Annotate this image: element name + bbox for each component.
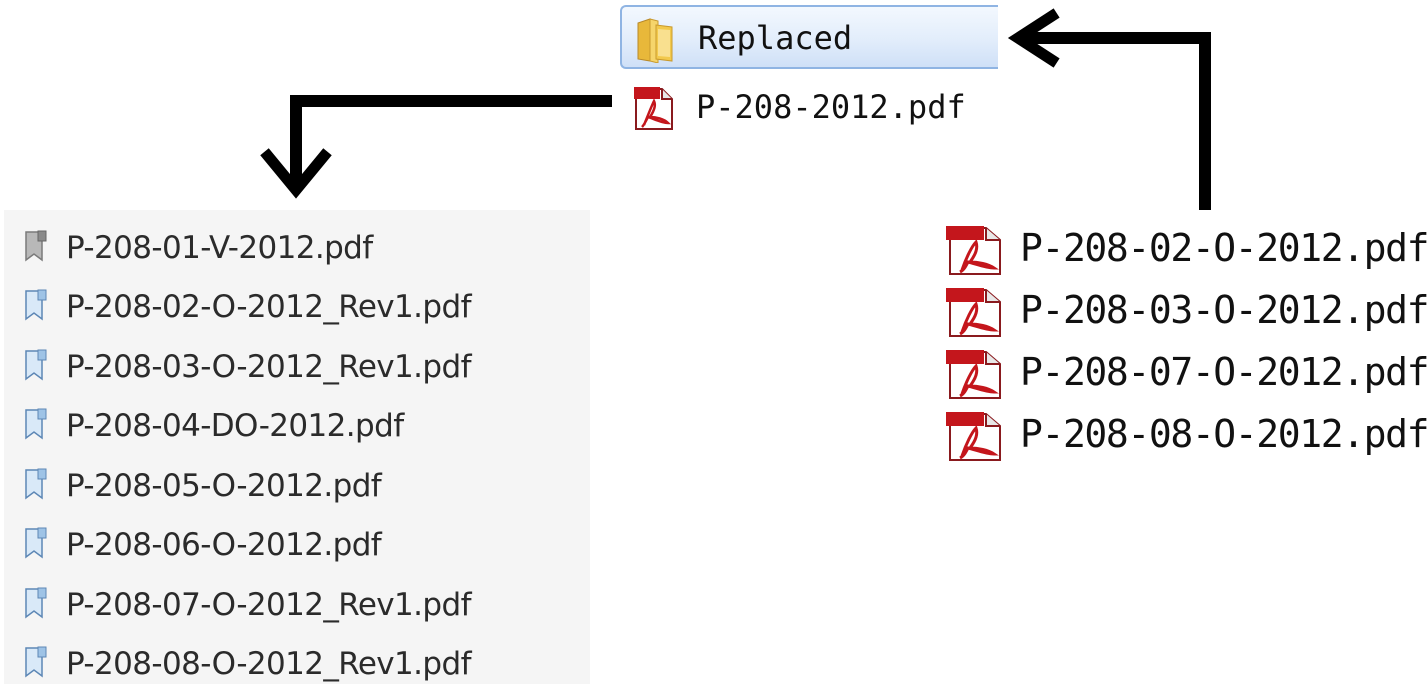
screenshot-stage: Replaced P-208-2012.pdf P-208-01-V-2012.…: [0, 0, 1427, 684]
arrow-head-left: [1007, 8, 1060, 68]
pdf-icon: [944, 410, 1010, 466]
file-name: P-208-2012.pdf: [696, 88, 966, 126]
bookmark-blue-icon: [25, 587, 47, 619]
file-name: P-208-03-O-2012.pdf: [1020, 288, 1427, 332]
replaced-folder-row[interactable]: Replaced: [620, 5, 998, 69]
file-name: P-208-02-O-2012_Rev1.pdf: [66, 289, 472, 325]
left-file-list: P-208-01-V-2012.pdf P-208-02-O-2012_Rev1…: [4, 210, 590, 684]
list-item[interactable]: P-208-04-DO-2012.pdf: [4, 398, 590, 456]
pdf-icon: [632, 85, 676, 135]
list-item[interactable]: P-208-01-V-2012.pdf: [4, 220, 590, 278]
list-item[interactable]: P-208-03-O-2012.pdf: [944, 280, 1427, 342]
file-name: P-208-03-O-2012_Rev1.pdf: [66, 349, 472, 385]
list-item[interactable]: P-208-08-O-2012.pdf: [944, 404, 1427, 466]
file-name: P-208-04-DO-2012.pdf: [66, 408, 404, 444]
pdf-icon: [944, 348, 1010, 404]
arrow-to-folder: [1020, 32, 1211, 210]
pdf-icon: [944, 224, 1010, 280]
pdf-icon: [944, 286, 1010, 342]
list-item[interactable]: P-208-02-O-2012.pdf: [944, 218, 1427, 280]
bookmark-blue-icon: [25, 289, 47, 321]
folder-icon: [637, 18, 673, 63]
file-name: P-208-06-O-2012.pdf: [66, 527, 382, 563]
file-name: P-208-05-O-2012.pdf: [66, 468, 382, 504]
bookmark-blue-icon: [25, 408, 47, 440]
arrow-to-left-list: [290, 95, 612, 188]
bookmark-blue-icon: [25, 468, 47, 500]
file-name: P-208-08-O-2012.pdf: [1020, 412, 1427, 456]
file-name: P-208-07-O-2012.pdf: [1020, 350, 1427, 394]
bookmark-blue-icon: [25, 527, 47, 559]
file-name: P-208-02-O-2012.pdf: [1020, 226, 1427, 270]
bookmark-blue-icon: [25, 349, 47, 381]
bookmark-gray-icon: [25, 230, 47, 262]
file-name: P-208-07-O-2012_Rev1.pdf: [66, 587, 472, 623]
list-item[interactable]: P-208-02-O-2012_Rev1.pdf: [4, 279, 590, 337]
arrow-head-down: [260, 148, 332, 199]
bookmark-blue-icon: [25, 646, 47, 678]
folder-label: Replaced: [698, 19, 853, 57]
top-file-row[interactable]: P-208-2012.pdf: [620, 79, 998, 139]
list-item[interactable]: P-208-07-O-2012.pdf: [944, 342, 1427, 404]
list-item[interactable]: P-208-05-O-2012.pdf: [4, 458, 590, 516]
list-item[interactable]: P-208-07-O-2012_Rev1.pdf: [4, 577, 590, 635]
file-name: P-208-08-O-2012_Rev1.pdf: [66, 646, 472, 682]
list-item[interactable]: P-208-03-O-2012_Rev1.pdf: [4, 339, 590, 397]
list-item[interactable]: P-208-08-O-2012_Rev1.pdf: [4, 636, 590, 684]
file-name: P-208-01-V-2012.pdf: [66, 230, 373, 266]
list-item[interactable]: P-208-06-O-2012.pdf: [4, 517, 590, 575]
